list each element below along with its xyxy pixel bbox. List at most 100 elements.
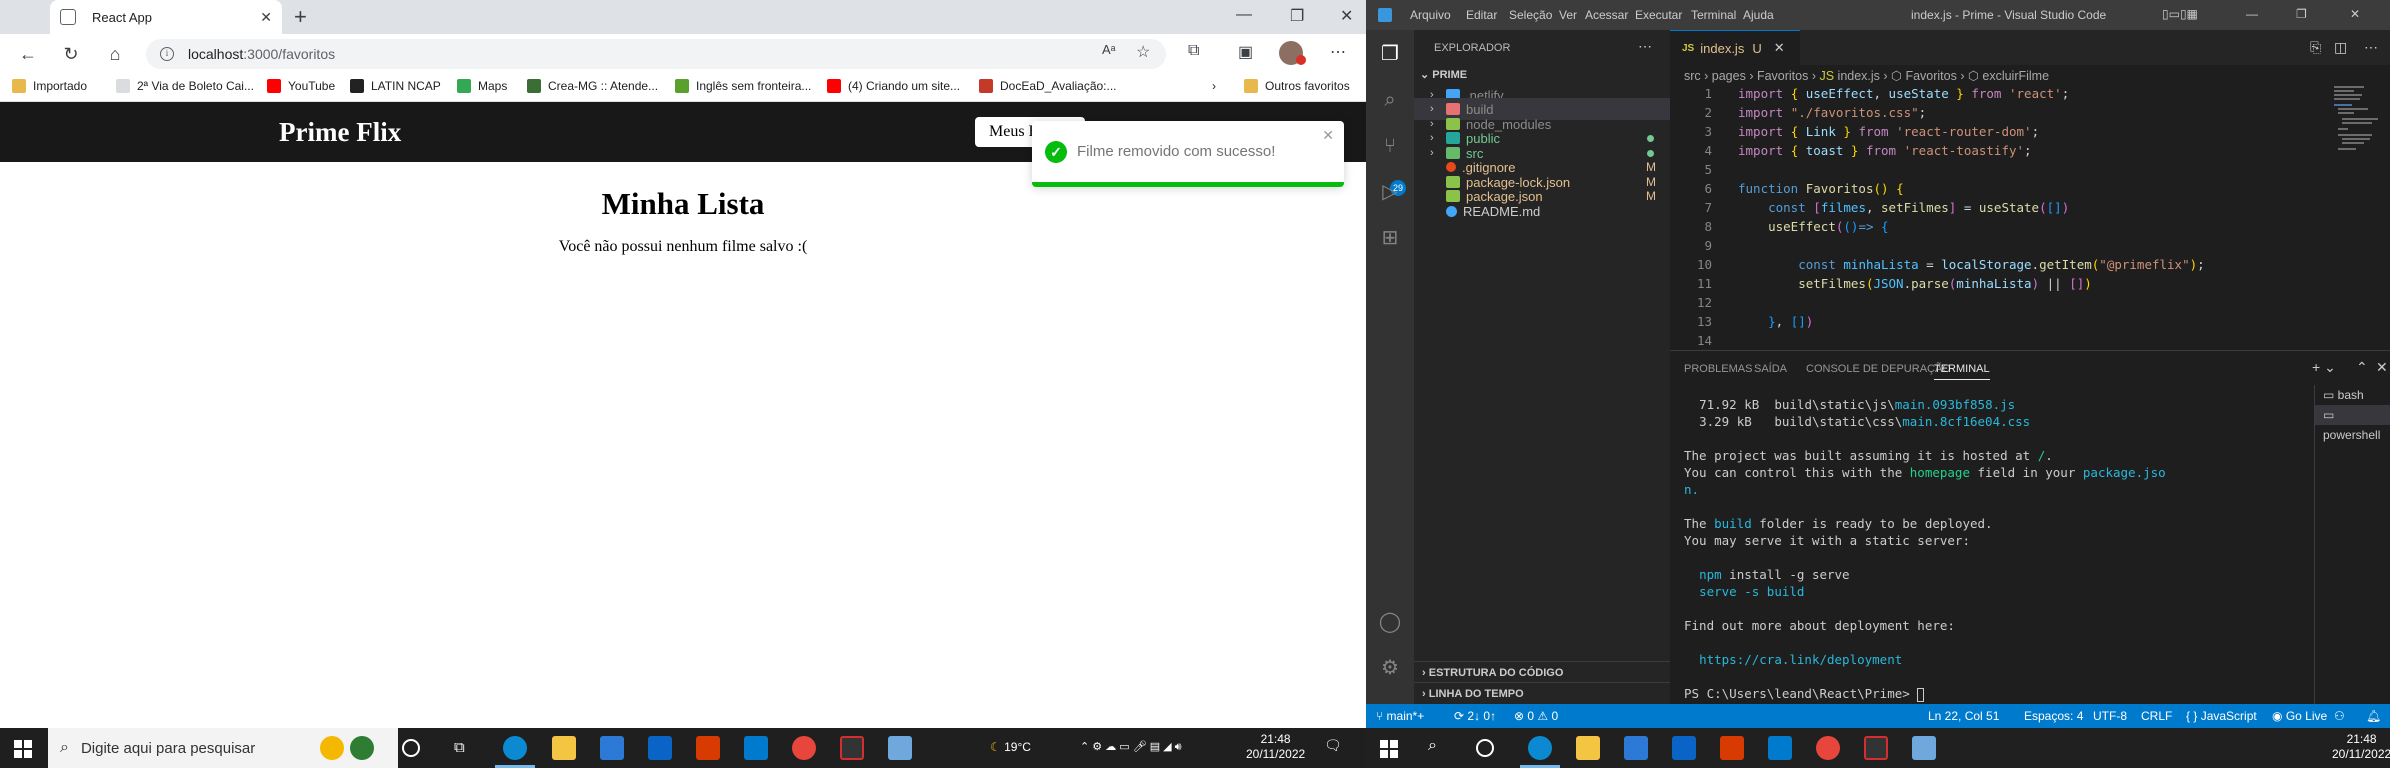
extensions-icon[interactable]: ⧉ (1188, 42, 1199, 60)
compare-icon[interactable]: ⎘ (2310, 39, 2321, 56)
close-window-icon[interactable]: ✕ (1340, 6, 1353, 26)
address-bar[interactable]: i localhost:3000/favoritos (146, 39, 1166, 69)
site-info-icon[interactable]: i (160, 47, 174, 61)
reload-icon[interactable]: ↻ (57, 40, 85, 68)
tab-console[interactable]: CONSOLE DE DEPURAÇÃO (1806, 363, 1951, 375)
clock[interactable]: 21:48 20/11/2022 (1246, 732, 1305, 762)
cortana-icon[interactable] (402, 739, 420, 757)
chrome-icon[interactable] (1816, 736, 1840, 760)
eol[interactable]: CRLF (2141, 709, 2172, 723)
settings-gear-icon[interactable]: ⚙ (1378, 656, 1402, 680)
indentation[interactable]: Espaços: 4 (2024, 709, 2083, 723)
menu-executar[interactable]: Executar (1635, 8, 1682, 22)
menu-selecao[interactable]: Seleção (1509, 8, 1552, 22)
outline-section[interactable]: › ESTRUTURA DO CÓDIGO (1414, 661, 1670, 683)
breadcrumb[interactable]: src › pages › Favoritos › JS index.js › … (1684, 68, 2049, 83)
tab-saida[interactable]: SAÍDA (1754, 363, 1787, 375)
close-tab-icon[interactable]: ✕ (1774, 40, 1785, 56)
extensions-icon[interactable]: ⊞ (1378, 226, 1402, 250)
other-favorites[interactable]: Outros favoritos (1244, 79, 1350, 93)
tab-terminal[interactable]: TERMINAL (1934, 363, 1990, 380)
edge-icon[interactable] (1528, 736, 1552, 760)
root-folder[interactable]: ⌄ PRIME (1420, 68, 1467, 81)
bookmark-folder[interactable]: Importado (12, 79, 87, 93)
home-icon[interactable]: ⌂ (101, 40, 129, 68)
shell-powershell[interactable]: ▭ powershell (2315, 405, 2390, 442)
store-icon[interactable] (1624, 736, 1648, 760)
account-icon[interactable]: ◯ (1378, 610, 1402, 634)
cortana-icon[interactable] (1476, 739, 1494, 757)
go-live[interactable]: ◉ Go Live (2272, 709, 2327, 723)
more-menu-icon[interactable]: ⋯ (1330, 42, 1346, 62)
news-widget-icon[interactable] (350, 736, 374, 760)
windows-start-icon[interactable] (1380, 740, 1398, 758)
new-terminal-icon[interactable]: + ⌄ (2312, 359, 2336, 376)
bookmark[interactable]: YouTube (267, 79, 335, 93)
sync-indicator[interactable]: ⟳ 2↓ 0↑ (1454, 709, 1496, 723)
store-icon[interactable] (600, 736, 624, 760)
notification-center-icon[interactable]: 🗨︎ (1324, 738, 1342, 753)
recorder-icon[interactable] (1864, 736, 1888, 760)
toast-close-icon[interactable]: ✕ (1322, 127, 1334, 144)
new-tab-button[interactable]: + (294, 4, 307, 30)
close-window-icon[interactable]: ✕ (2350, 7, 2360, 21)
accounts-icon[interactable]: ⚇ (2334, 709, 2345, 723)
language-mode[interactable]: { } JavaScript (2186, 709, 2257, 723)
more-actions-icon[interactable]: ⋯ (1638, 38, 1652, 55)
menu-ajuda[interactable]: Ajuda (1743, 8, 1774, 22)
minimap[interactable] (2334, 86, 2382, 166)
problems-indicator[interactable]: ⊗ 0 ⚠ 0 (1514, 709, 1558, 723)
task-view-icon[interactable]: ⧉ (454, 740, 465, 755)
system-tray-icons[interactable]: ⌃ ⚙ ☁ ▭ 🎤︎ ▤ ◢ 🔊︎ (1080, 740, 1182, 755)
menu-acessar[interactable]: Acessar (1585, 8, 1628, 22)
office-icon[interactable] (696, 736, 720, 760)
vscode-icon[interactable] (744, 736, 768, 760)
close-tab-icon[interactable]: ✕ (260, 9, 272, 26)
recorder-icon[interactable] (840, 736, 864, 760)
terminal-output[interactable]: 71.92 kB build\static\js\main.093bf858.j… (1684, 397, 2284, 703)
collections-icon[interactable]: ▣ (1238, 42, 1253, 62)
close-panel-icon[interactable]: ✕ (2376, 359, 2388, 376)
menu-ver[interactable]: Ver (1559, 8, 1577, 22)
search-icon[interactable]: ⌕ (1428, 738, 1437, 754)
tab-problemas[interactable]: PROBLEMAS (1684, 363, 1752, 375)
layout-icon[interactable]: ▯▭▯▦ (2162, 7, 2198, 21)
bookmark[interactable]: DocEaD_Avaliação:... (979, 79, 1117, 93)
vscode-icon[interactable] (1768, 736, 1792, 760)
editor-tab-index-js[interactable]: JS index.js U ✕ (1670, 30, 1800, 65)
minimize-icon[interactable]: — (1236, 6, 1252, 24)
more-actions-icon[interactable]: ⋯ (2364, 39, 2378, 56)
bookmark[interactable]: (4) Criando um site... (827, 79, 960, 93)
menu-editar[interactable]: Editar (1466, 8, 1497, 22)
source-control-icon[interactable]: ⑂ (1378, 134, 1402, 158)
app-icon[interactable] (888, 736, 912, 760)
favorite-star-icon[interactable]: ☆ (1136, 42, 1150, 62)
split-editor-icon[interactable]: ◫ (2334, 39, 2347, 56)
app-icon[interactable] (1912, 736, 1936, 760)
menu-terminal[interactable]: Terminal (1691, 8, 1736, 22)
app-logo[interactable]: Prime Flix (279, 117, 401, 148)
chrome-icon[interactable] (792, 736, 816, 760)
edge-icon[interactable] (503, 736, 527, 760)
bookmark[interactable]: Inglês sem fronteira... (675, 79, 811, 93)
clock[interactable]: 21:48 20/11/2022 (2332, 732, 2390, 762)
branch-indicator[interactable]: ⑂ main*+ (1376, 709, 1424, 723)
bookmark[interactable]: 2ª Via de Boleto Cai... (116, 79, 254, 93)
mail-icon[interactable] (1672, 736, 1696, 760)
url-text[interactable]: localhost:3000/favoritos (188, 46, 335, 62)
file-explorer-icon[interactable] (552, 736, 576, 760)
bookmark[interactable]: LATIN NCAP (350, 79, 441, 93)
toast-notification[interactable]: ✓ Filme removido com sucesso! ✕ (1032, 121, 1344, 187)
chevron-right-icon[interactable]: › (1212, 79, 1216, 93)
restore-icon[interactable]: ❐ (1290, 6, 1304, 26)
read-aloud-icon[interactable]: Aᵃ (1102, 42, 1116, 57)
cursor-position[interactable]: Ln 22, Col 51 (1928, 709, 1999, 723)
menu-arquivo[interactable]: Arquivo (1410, 8, 1451, 22)
minimize-icon[interactable]: — (2246, 7, 2258, 21)
browser-tab[interactable]: React App ✕ (50, 0, 282, 34)
run-debug-icon[interactable]: ▷ (1378, 180, 1402, 204)
explorer-icon[interactable]: ❐ (1378, 42, 1402, 66)
maximize-panel-icon[interactable]: ⌃ (2356, 359, 2368, 376)
timeline-section[interactable]: › LINHA DO TEMPO (1414, 682, 1670, 704)
notifications-bell-icon[interactable]: 🔔︎ (2366, 709, 2381, 723)
